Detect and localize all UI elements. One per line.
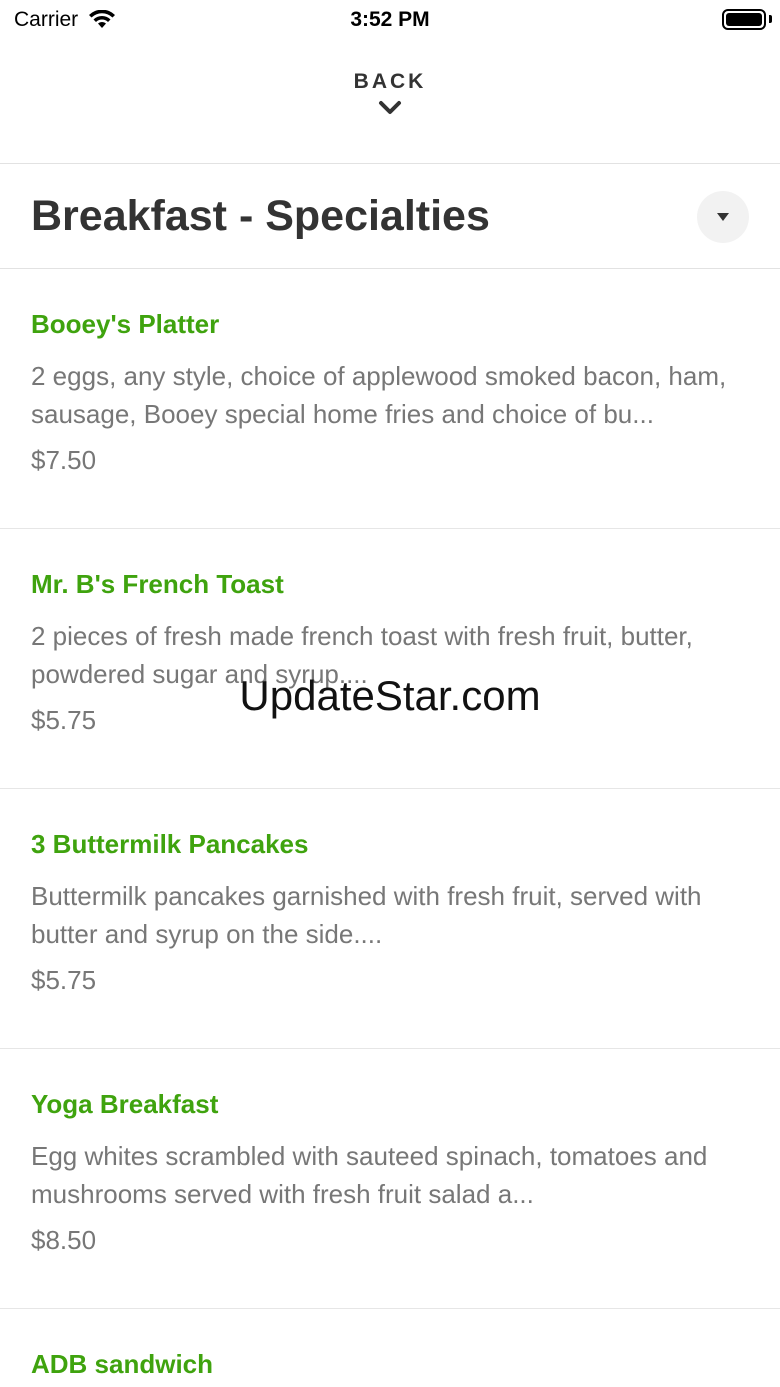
item-description: Egg whites scrambled with sauteed spinac… [31, 1141, 708, 1209]
item-description: Buttermilk pancakes garnished with fresh… [31, 881, 702, 949]
chevron-down-icon [379, 101, 401, 114]
item-name: Yoga Breakfast [31, 1089, 219, 1119]
item-description: 2 pieces of fresh made french toast with… [31, 621, 693, 689]
menu-item[interactable]: Yoga Breakfast Egg whites scrambled with… [0, 1049, 780, 1309]
page-title: Breakfast - Specialties [31, 192, 490, 240]
item-price: $8.50 [31, 1225, 97, 1255]
battery-icon [722, 9, 766, 30]
caret-down-icon [717, 213, 729, 221]
item-price: $7.50 [31, 445, 97, 475]
menu-item[interactable]: Mr. B's French Toast 2 pieces of fresh m… [0, 529, 780, 789]
status-time: 3:52 PM [350, 8, 430, 31]
item-price: $5.75 [31, 705, 97, 735]
item-name: ADB sandwich [31, 1349, 214, 1379]
item-description: 2 eggs, any style, choice of applewood s… [31, 361, 727, 429]
back-label: BACK [353, 70, 427, 93]
header-divider [0, 163, 780, 164]
menu-item[interactable]: 3 Buttermilk Pancakes Buttermilk pancake… [0, 789, 780, 1049]
item-name: Mr. B's French Toast [31, 569, 284, 599]
item-price: $5.75 [31, 965, 97, 995]
category-dropdown-button[interactable] [697, 191, 749, 243]
item-name: Booey's Platter [31, 309, 220, 339]
menu-item[interactable]: Booey's Platter 2 eggs, any style, choic… [0, 269, 780, 529]
battery-tip [769, 15, 772, 23]
back-button[interactable]: BACK [0, 70, 780, 140]
status-bar: Carrier 3:52 PM [0, 0, 780, 40]
item-name: 3 Buttermilk Pancakes [31, 829, 309, 859]
menu-item[interactable]: ADB sandwich [0, 1309, 780, 1387]
